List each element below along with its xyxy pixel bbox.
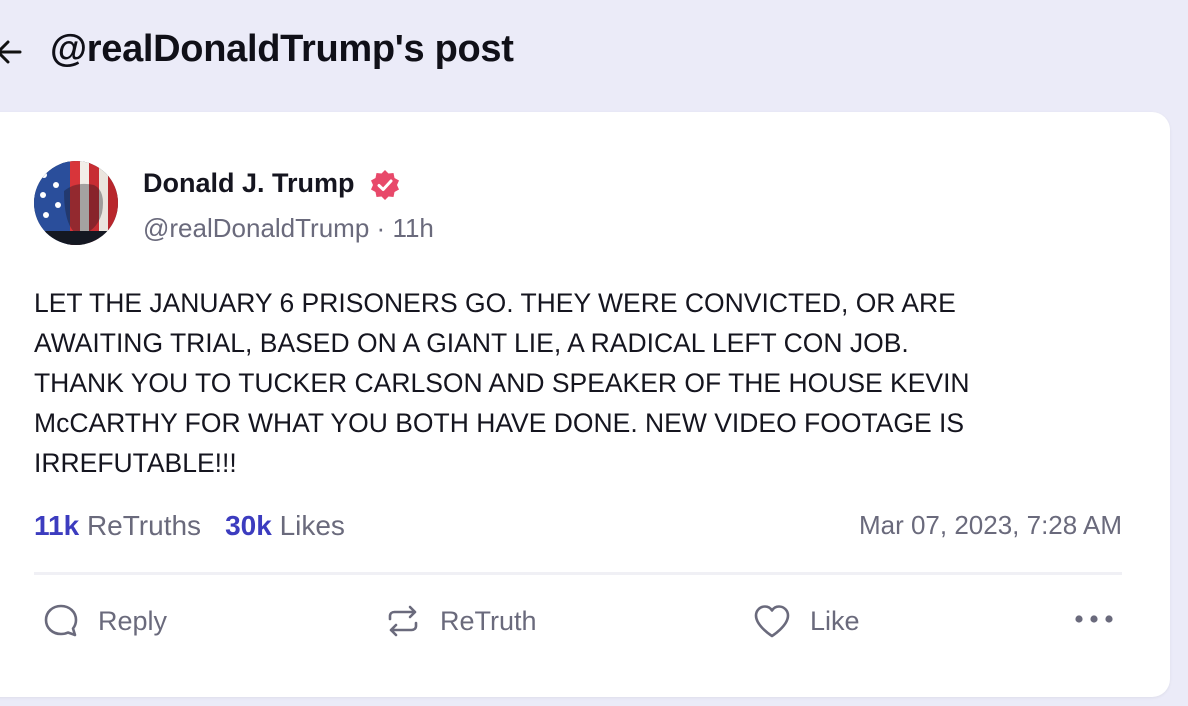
retruth-label: ReTruth (440, 605, 537, 636)
author-handle-line: @realDonaldTrump · 11h (143, 213, 434, 244)
more-dots-icon[interactable] (1072, 607, 1116, 631)
retruths-stat[interactable]: 11k ReTruths (34, 510, 201, 542)
like-label: Like (810, 605, 860, 636)
post-age[interactable]: 11h (392, 213, 433, 243)
heart-icon (754, 605, 790, 638)
page-title: @realDonaldTrump's post (50, 28, 514, 70)
avatar[interactable] (34, 161, 118, 245)
author-handle[interactable]: @realDonaldTrump (143, 213, 369, 243)
likes-count: 30k (225, 510, 272, 541)
author-name[interactable]: Donald J. Trump (143, 168, 355, 199)
retruths-count: 11k (34, 510, 80, 541)
like-button[interactable]: Like (752, 602, 860, 640)
retruths-label: ReTruths (86, 510, 202, 541)
reply-icon (44, 604, 78, 637)
post-text: LET THE JANUARY 6 PRISONERS GO. THEY WER… (34, 288, 970, 478)
handle-separator: · (376, 213, 386, 243)
page-header: @realDonaldTrump's post (0, 0, 1188, 106)
verified-badge-icon (371, 170, 399, 200)
post-card: Donald J. Trump @realDonaldTrump · 11h L… (0, 112, 1170, 697)
reply-label: Reply (98, 605, 168, 636)
arrow-left-icon[interactable] (0, 34, 28, 70)
retruth-button[interactable]: ReTruth (384, 602, 537, 640)
likes-stat[interactable]: 30k Likes (225, 510, 345, 542)
post-stats: 11k ReTruths 30k Likes (34, 510, 345, 542)
divider (34, 572, 1122, 575)
reply-button[interactable]: Reply (42, 602, 167, 640)
retruth-icon (388, 605, 418, 637)
post-timestamp: Mar 07, 2023, 7:28 AM (858, 510, 1122, 540)
likes-label: Likes (279, 510, 345, 541)
